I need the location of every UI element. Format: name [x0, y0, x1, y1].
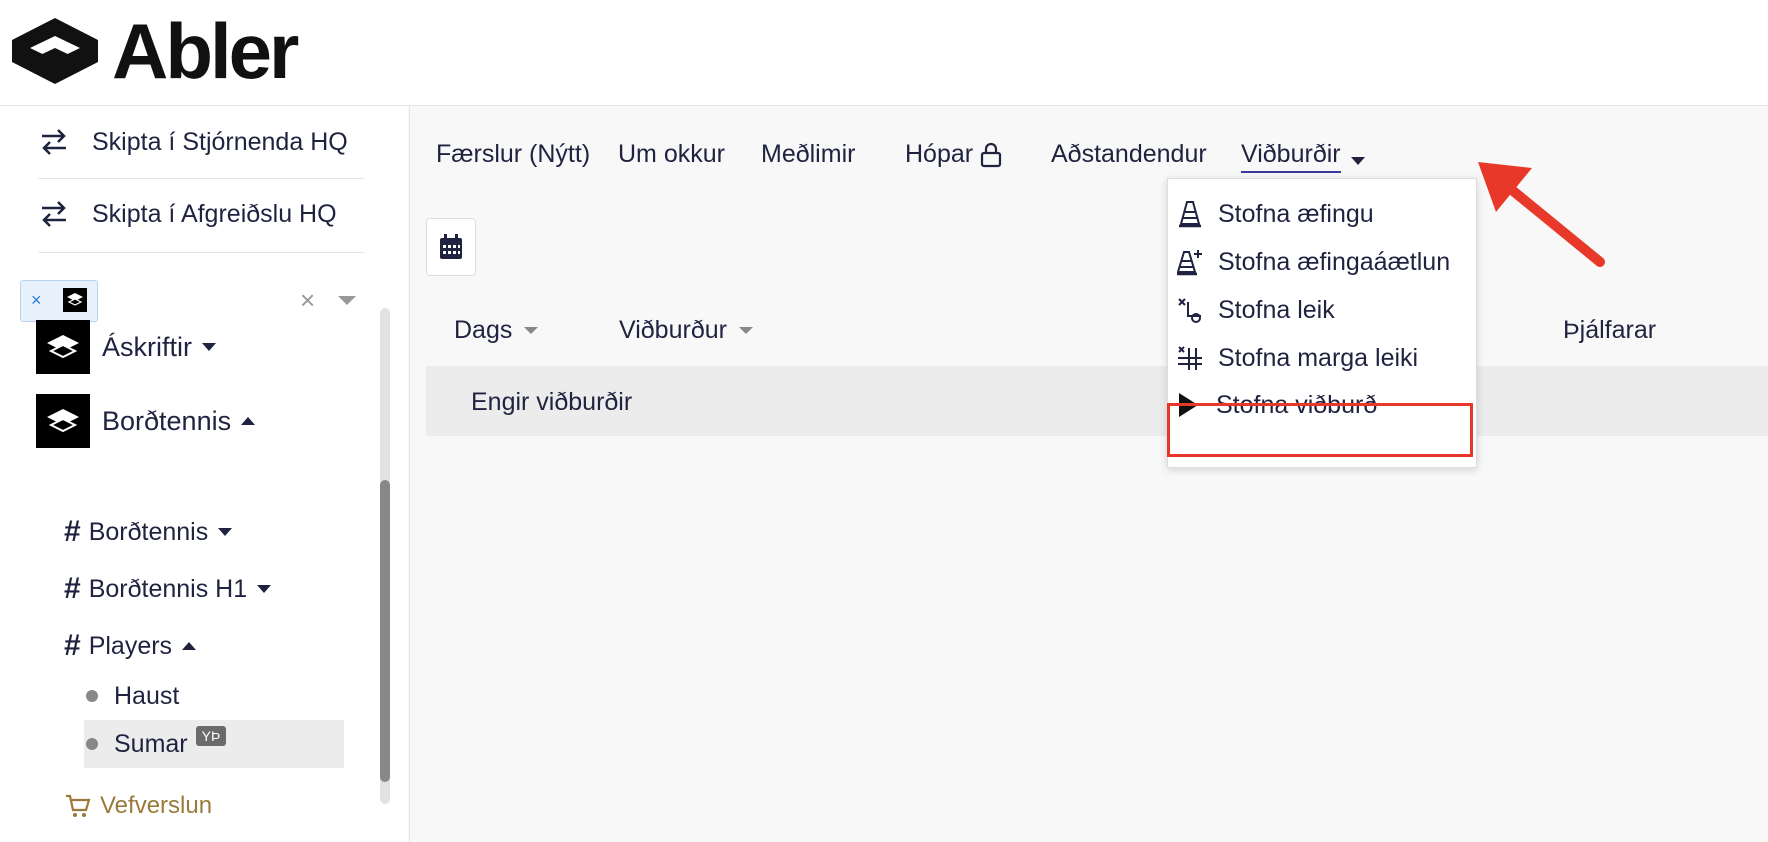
- annotation-arrow-icon: [1478, 162, 1605, 267]
- column-header-event[interactable]: Viðburður: [619, 316, 753, 345]
- chevron-up-icon: [241, 417, 256, 425]
- menu-item-create-many-games[interactable]: Stofna marga leiki: [1176, 333, 1468, 383]
- cone-plus-icon: [1176, 247, 1204, 277]
- menu-item-create-game[interactable]: Stofna leik: [1176, 285, 1468, 335]
- column-header-date[interactable]: Dags: [454, 316, 539, 345]
- org-logo-icon: [36, 394, 90, 448]
- subgroup-label: Sumar: [114, 729, 188, 758]
- hash-icon: #: [64, 572, 81, 605]
- org-chip: ×: [20, 280, 98, 322]
- swap-arrows-icon: [42, 201, 66, 227]
- logo[interactable]: Abler: [12, 7, 299, 95]
- highlight-box: [1167, 403, 1473, 457]
- tab-label: Hópar: [905, 140, 974, 168]
- switch-to-reception-hq[interactable]: Skipta í Afgreiðslu HQ: [38, 178, 364, 250]
- sort-icon: [738, 327, 753, 334]
- tab-label: Viðburðir: [1241, 140, 1341, 173]
- switch-label: Skipta í Stjórnenda HQ: [92, 127, 348, 156]
- divider: [38, 252, 364, 253]
- chevron-down-icon: [257, 585, 272, 593]
- table-row: Engir viðburðir: [426, 366, 1768, 436]
- group-label: Borðtennis H1: [88, 574, 248, 603]
- chevron-down-icon: [218, 528, 233, 536]
- tab-medlimir[interactable]: Meðlimir: [761, 140, 855, 169]
- tab-adstandendur[interactable]: Aðstandendur: [1051, 140, 1207, 169]
- menu-item-create-practice[interactable]: Stofna æfingu: [1176, 189, 1468, 239]
- group-bordtennis-h1[interactable]: # Borðtennis H1: [64, 569, 272, 609]
- org-label: Áskriftir: [102, 331, 192, 362]
- chevron-up-icon: [182, 642, 197, 650]
- group-label: Borðtennis: [88, 517, 209, 546]
- cone-icon: [1176, 199, 1204, 229]
- subgroup-haust[interactable]: Haust: [84, 672, 344, 720]
- menu-item-label: Stofna leik: [1218, 295, 1335, 324]
- switch-label: Skipta í Afgreiðslu HQ: [92, 199, 337, 228]
- lock-icon: [980, 142, 1002, 167]
- bullet-icon: [86, 690, 98, 702]
- tactics-icon: [1176, 295, 1204, 325]
- org-logo-icon: [63, 288, 87, 312]
- status-badge: YÞ: [195, 726, 227, 746]
- subgroup-sumar[interactable]: Sumar YÞ: [84, 720, 344, 768]
- group-players[interactable]: # Players: [64, 626, 197, 666]
- org-select[interactable]: × ×: [20, 274, 360, 324]
- hash-icon: #: [64, 629, 81, 662]
- tab-hopar[interactable]: Hópar: [905, 140, 1003, 169]
- tactics-multi-icon: [1176, 343, 1204, 373]
- tab-um-okkur[interactable]: Um okkur: [618, 140, 725, 169]
- org-askriftir[interactable]: Áskriftir: [36, 320, 216, 374]
- sidebar: Skipta í Stjórnenda HQ Skipta í Afgreiðs…: [0, 106, 408, 842]
- header-label: Þjálfarar: [1563, 316, 1657, 344]
- menu-item-label: Stofna æfingu: [1218, 199, 1374, 228]
- switch-to-manager-hq[interactable]: Skipta í Stjórnenda HQ: [38, 106, 364, 178]
- chevron-down-icon: [202, 343, 216, 351]
- org-logo-icon: [36, 320, 90, 374]
- tab-faerslur[interactable]: Færslur (Nýtt): [436, 140, 590, 169]
- bullet-icon: [86, 738, 98, 750]
- header-label: Viðburður: [619, 316, 727, 344]
- calendar-button[interactable]: [426, 218, 476, 276]
- subgroup-label: Haust: [114, 681, 180, 710]
- calendar-icon: [440, 234, 462, 259]
- shop-link[interactable]: Vefverslun: [64, 786, 212, 826]
- chevron-down-icon[interactable]: [338, 296, 356, 305]
- tab-vidburdir[interactable]: Viðburðir: [1241, 140, 1365, 173]
- hash-icon: #: [64, 515, 81, 548]
- top-bar: Abler: [0, 0, 1768, 106]
- menu-item-create-practice-plan[interactable]: Stofna æfingaáætlun: [1176, 237, 1468, 287]
- sort-icon: [524, 327, 539, 334]
- swap-arrows-icon: [42, 129, 66, 155]
- cart-icon: [66, 794, 91, 817]
- group-bordtennis[interactable]: # Borðtennis: [64, 512, 233, 552]
- menu-item-label: Stofna marga leiki: [1218, 343, 1419, 372]
- chevron-down-icon: [1350, 156, 1365, 165]
- clear-icon[interactable]: ×: [300, 287, 315, 313]
- org-bordtennis[interactable]: Borðtennis: [36, 394, 256, 448]
- group-label: Players: [88, 631, 173, 660]
- empty-state-text: Engir viðburðir: [471, 388, 633, 416]
- brand-name: Abler: [112, 7, 299, 95]
- header-label: Dags: [454, 316, 513, 344]
- scrollbar-thumb[interactable]: [380, 480, 390, 782]
- chip-remove-icon[interactable]: ×: [31, 290, 42, 310]
- org-label: Borðtennis: [102, 405, 232, 436]
- shop-label: Vefverslun: [100, 792, 213, 819]
- abler-logo-icon: [12, 18, 98, 84]
- menu-item-label: Stofna æfingaáætlun: [1218, 247, 1451, 276]
- column-header-coaches[interactable]: Þjálfarar: [1563, 316, 1656, 345]
